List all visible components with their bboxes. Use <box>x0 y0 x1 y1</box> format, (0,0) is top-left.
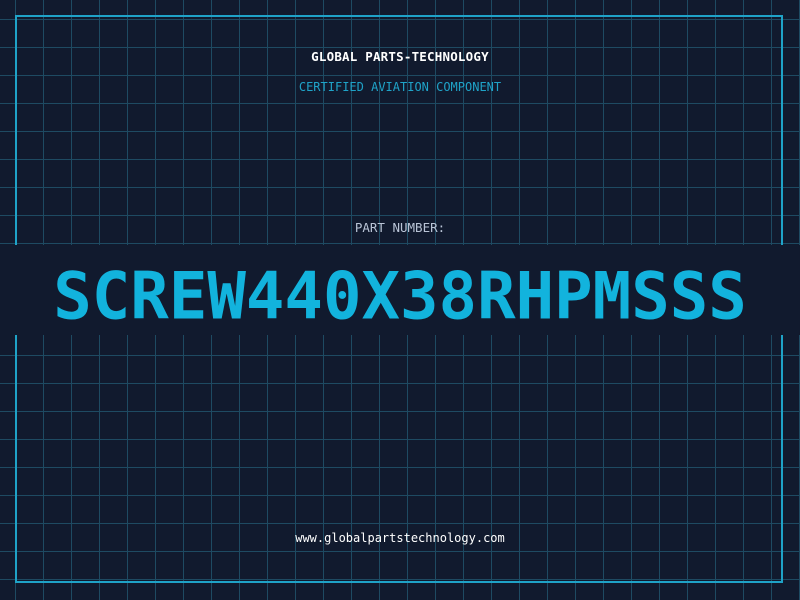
website-url: www.globalpartstechnology.com <box>295 531 505 545</box>
tagline: CERTIFIED AVIATION COMPONENT <box>298 80 502 94</box>
company-name: GLOBAL PARTS-TECHNOLOGY <box>311 49 489 64</box>
part-number-label: PART NUMBER: <box>354 220 446 235</box>
part-number-value: SCREW440X38RHPMSSS <box>53 259 747 335</box>
